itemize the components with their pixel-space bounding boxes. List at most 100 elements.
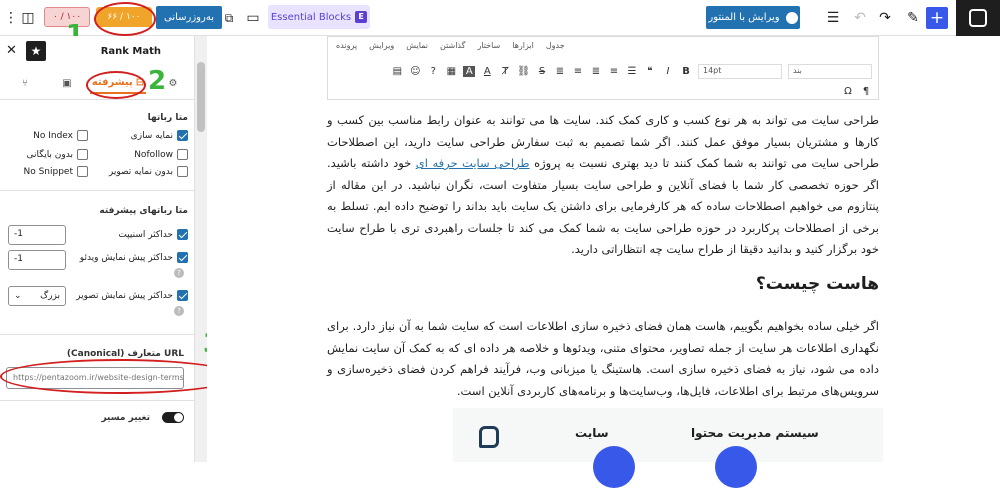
italic-icon[interactable]: I xyxy=(662,66,674,77)
paragraph-direction-icon[interactable]: ¶ xyxy=(860,86,872,97)
noindex-label: No Index xyxy=(33,130,73,141)
help-circle-icon[interactable]: ? xyxy=(427,66,439,77)
strikethrough-icon[interactable]: S xyxy=(536,66,548,77)
classic-editor-toolbar: پرونده ویرایش نمایش گذاشتن ساختار ابزاره… xyxy=(327,36,879,100)
sidebar-title: Rank Math xyxy=(100,46,161,57)
robots-meta-title: متا رباتها xyxy=(147,113,188,123)
redirect-label: تغییر مسیر xyxy=(101,413,150,423)
robots-noimageindex-option[interactable]: بدون نمایه تصویر xyxy=(109,166,188,177)
external-view-icon[interactable]: ⧉ xyxy=(220,9,238,27)
redo-icon[interactable]: ↷ xyxy=(876,9,894,27)
emoticons-icon[interactable]: ☺ xyxy=(409,66,421,77)
nofollow-checkbox[interactable] xyxy=(177,149,188,160)
close-icon[interactable]: ✕ xyxy=(6,43,17,58)
max-snippet-checkbox[interactable] xyxy=(177,229,188,240)
menu-format[interactable]: ساختار xyxy=(477,41,500,53)
advanced-robots-title: متا رباتهای پیشرفته xyxy=(99,206,188,216)
index-checkbox[interactable] xyxy=(177,130,188,141)
menu-edit[interactable]: ویرایش xyxy=(369,41,394,53)
max-snippet-option[interactable]: حداکثر اسنیپت xyxy=(118,229,188,240)
underline-icon[interactable]: A xyxy=(481,66,493,77)
paragraph-format-select[interactable]: بند xyxy=(788,63,872,79)
wordpress-logo-icon xyxy=(969,9,987,27)
max-image-value: بزرگ xyxy=(40,291,60,301)
more-options-icon[interactable]: ⋮ xyxy=(2,9,20,27)
bold-icon[interactable]: B xyxy=(680,66,692,77)
features-block[interactable]: سیستم مدیریت محتوا سایت xyxy=(453,408,883,488)
sidebar-header: ✕ ★ Rank Math xyxy=(0,36,194,66)
star-icon[interactable]: ★ xyxy=(26,41,46,61)
max-image-preview-option[interactable]: حداکثر پیش نمایش تصویر xyxy=(76,290,188,301)
preview-desktop-icon[interactable]: ▭ xyxy=(244,9,262,27)
robots-noarchive-option[interactable]: بدون بایگانی xyxy=(26,149,88,160)
edit-with-elementor-label: ویرایش با المنتور xyxy=(708,12,780,23)
menu-file[interactable]: پرونده xyxy=(336,41,357,53)
text-color-icon[interactable]: A xyxy=(463,65,476,77)
help-icon[interactable]: ? xyxy=(174,268,184,278)
update-button[interactable]: به‌روزرسانی xyxy=(156,6,222,29)
wordpress-logo[interactable] xyxy=(956,0,1000,36)
article-paragraph-1[interactable]: طراحی سایت می تواند به هر نوع کسب و کاری… xyxy=(327,110,879,261)
blockquote-icon[interactable]: ❝ xyxy=(644,66,656,77)
max-snippet-input[interactable]: -1 xyxy=(8,225,66,245)
max-image-preview-select[interactable]: ⌄ بزرگ xyxy=(8,286,66,306)
robots-nofollow-option[interactable]: Nofollow xyxy=(134,149,188,160)
kitchen-sink-icon[interactable]: ▤ xyxy=(391,66,403,77)
align-left-icon[interactable]: ≣ xyxy=(554,66,566,77)
max-image-label: حداکثر پیش نمایش تصویر xyxy=(76,290,173,301)
noimageindex-label: بدون نمایه تصویر xyxy=(108,166,173,177)
max-video-checkbox[interactable] xyxy=(177,252,188,263)
numbered-list-icon[interactable]: ≡ xyxy=(608,66,620,77)
max-video-preview-input[interactable]: -1 xyxy=(8,250,66,270)
robots-nosnippet-option[interactable]: No Snippet xyxy=(23,166,88,177)
noimageindex-checkbox[interactable] xyxy=(177,166,188,177)
annotation-ellipse-1 xyxy=(94,2,156,36)
add-block-button[interactable]: + xyxy=(926,7,948,29)
font-size-select[interactable]: 14pt xyxy=(698,63,782,79)
noindex-checkbox[interactable] xyxy=(77,130,88,141)
sidebar-scrollbar[interactable] xyxy=(195,36,207,462)
undo-icon[interactable]: ↶ xyxy=(851,9,869,27)
design-link[interactable]: طراحی سایت حرفه ای xyxy=(416,156,530,170)
section-divider xyxy=(0,190,194,191)
tab-social-icon[interactable]: ▣ xyxy=(58,72,76,94)
redirect-toggle[interactable] xyxy=(162,412,184,423)
bullet-list-icon[interactable]: ☰ xyxy=(626,66,638,77)
align-center-icon[interactable]: ≡ xyxy=(572,66,584,77)
nosnippet-checkbox[interactable] xyxy=(77,166,88,177)
link-icon[interactable]: ⛓ xyxy=(517,66,530,77)
essential-blocks-label: Essential Blocks xyxy=(270,11,352,23)
article-paragraph-2[interactable]: اگر خیلی ساده بخواهیم بگوییم، هاست همان … xyxy=(327,316,879,402)
special-char-icon[interactable]: Ω xyxy=(842,86,854,97)
robots-noindex-option[interactable]: No Index xyxy=(33,130,88,141)
menu-insert[interactable]: گذاشتن xyxy=(440,41,465,53)
max-image-checkbox[interactable] xyxy=(177,290,188,301)
remove-format-icon[interactable]: Ⱦ xyxy=(499,66,511,77)
editor-menubar: پرونده ویرایش نمایش گذاشتن ساختار ابزاره… xyxy=(328,37,878,57)
max-video-preview-option[interactable]: حداکثر پیش نمایش ویدئو xyxy=(80,252,188,263)
list-view-icon[interactable]: ☰ xyxy=(824,9,842,27)
annotation-ellipse-3 xyxy=(0,359,238,394)
section-divider xyxy=(0,334,194,335)
robots-index-option[interactable]: نمایه سازی xyxy=(131,130,188,141)
tab-schema-icon[interactable]: ⑂ xyxy=(16,72,34,94)
table-icon[interactable]: ▦ xyxy=(445,66,457,77)
essential-blocks-button[interactable]: Essential Blocks E xyxy=(268,5,370,29)
annotation-ellipse-2 xyxy=(86,71,146,99)
scrollbar-thumb[interactable] xyxy=(197,62,205,132)
menu-table[interactable]: جدول xyxy=(546,41,565,53)
menu-view[interactable]: نمایش xyxy=(406,41,428,53)
help-icon[interactable]: ? xyxy=(174,306,184,316)
pentazoom-logo-icon xyxy=(479,426,499,448)
menu-tools[interactable]: ابزارها xyxy=(512,41,534,53)
align-right-icon[interactable]: ≣ xyxy=(590,66,602,77)
pencil-icon[interactable]: ✎ xyxy=(904,9,922,27)
site-title: سایت xyxy=(575,426,609,440)
max-video-label: حداکثر پیش نمایش ویدئو xyxy=(79,252,173,263)
settings-panel-icon[interactable]: ◫ xyxy=(19,9,37,27)
edit-with-elementor-button[interactable]: ویرایش با المنتور xyxy=(706,6,800,29)
nofollow-label: Nofollow xyxy=(134,149,173,160)
noarchive-checkbox[interactable] xyxy=(77,149,88,160)
heading-host[interactable]: هاست چیست؟ xyxy=(327,274,879,294)
tab-general-gear-icon[interactable]: ⚙ xyxy=(164,72,182,94)
